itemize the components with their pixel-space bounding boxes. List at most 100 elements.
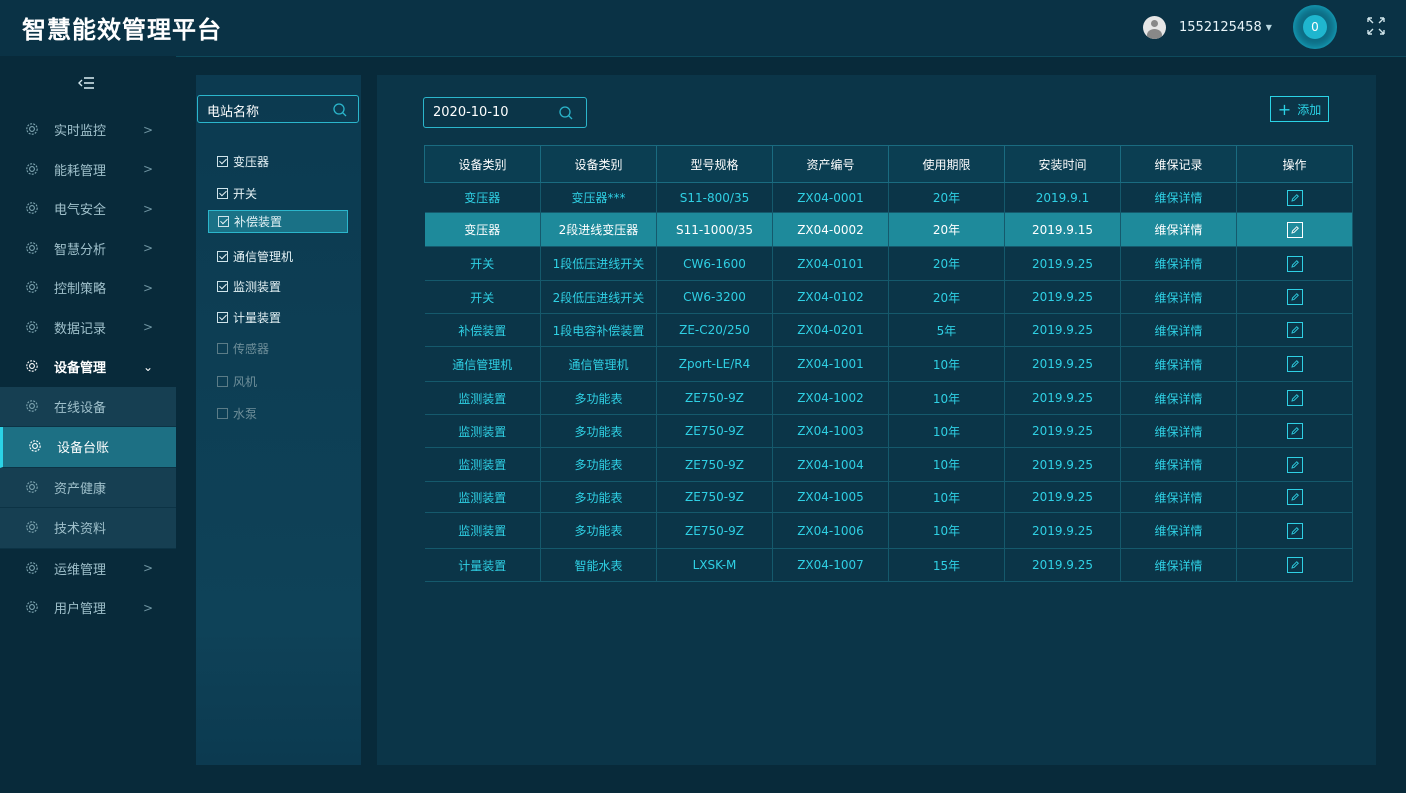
checkbox-checked-icon[interactable] [217,280,228,292]
maintenance-detail-link[interactable]: 维保详情 [1120,313,1237,347]
table-cell-actions [1236,313,1353,347]
maintenance-detail-link[interactable]: 维保详情 [1120,512,1237,549]
table-row[interactable]: 监测装置 多功能表 ZE750-9Z ZX04-1002 10年 2019.9.25 维保详… [424,381,1353,415]
filter-checkbox-label[interactable]: 水泵 [233,405,257,422]
maintenance-detail-link[interactable]: 维保详情 [1120,548,1237,582]
table-row[interactable]: 开关 2段低压进线开关 CW6-3200 ZX04-0102 20年 2019.9.25 维… [424,280,1353,314]
collapse-menu-icon[interactable] [76,74,98,92]
avatar[interactable] [1143,15,1166,39]
sidebar-item[interactable]: 能耗管理 > [0,150,176,190]
table-row[interactable]: 监测装置 多功能表 ZE750-9Z ZX04-1004 10年 2019.9.25 维保详… [424,447,1353,482]
gear-icon [26,162,38,175]
edit-icon[interactable] [1286,522,1303,539]
filter-checkbox[interactable]: 风机 [217,371,257,391]
maintenance-detail-link[interactable]: 维保详情 [1120,447,1237,482]
checkbox-unchecked-icon[interactable] [217,407,228,419]
edit-icon[interactable] [1286,489,1303,505]
edit-icon[interactable] [1286,423,1303,439]
plus-icon[interactable]: + [1278,100,1291,119]
checkbox-unchecked-icon[interactable] [217,342,228,354]
filter-checkbox[interactable]: 补偿装置 [208,210,348,233]
maintenance-detail-link[interactable]: 维保详情 [1120,280,1237,314]
user-menu[interactable]: 1552125458 ▼ [1143,14,1272,40]
notification-badge[interactable]: 0 [1293,5,1337,49]
maintenance-detail-link[interactable]: 维保详情 [1120,182,1237,213]
sidebar-item[interactable]: 资产健康 [0,467,176,508]
username[interactable]: 1552125458 [1179,20,1262,35]
table-cell: 多功能表 [540,381,657,415]
add-button-label[interactable]: 添加 [1297,101,1321,118]
edit-icon[interactable] [1286,390,1303,406]
filter-checkbox-label[interactable]: 传感器 [233,340,269,357]
table-row[interactable]: 通信管理机 通信管理机 Zport-LE/R4 ZX04-1001 10年 2019.9.… [424,346,1353,382]
sidebar-item[interactable]: 控制策略 > [0,268,176,308]
maintenance-detail-link[interactable]: 维保详情 [1120,246,1237,281]
date-search-input[interactable]: 2020-10-10 [423,97,587,128]
filter-checkbox[interactable]: 变压器 [217,151,269,171]
filter-checkbox-label[interactable]: 风机 [233,373,257,390]
checkbox-checked-icon[interactable] [218,216,229,227]
edit-icon[interactable] [1286,557,1303,573]
table-row[interactable]: 变压器 2段进线变压器 S11-1000/35 ZX04-0002 20年 2019.9.… [424,212,1353,247]
table-row[interactable]: 监测装置 多功能表 ZE750-9Z ZX04-1005 10年 2019.9.25 维保详… [424,481,1353,513]
table-row[interactable]: 变压器 变压器*** S11-800/35 ZX04-0001 20年 2019.9.1 维… [424,182,1353,213]
sidebar-item[interactable]: 数据记录 > [0,308,176,348]
sidebar-item[interactable]: 设备台账 [0,427,176,468]
sidebar-item[interactable]: 运维管理 > [0,549,176,589]
edit-icon[interactable] [1286,221,1303,238]
edit-icon[interactable] [1286,456,1303,473]
edit-icon[interactable] [1286,255,1303,272]
station-search-input[interactable]: 电站名称 [197,95,359,123]
sidebar-item[interactable]: 电气安全 > [0,189,176,229]
filter-checkbox[interactable]: 通信管理机 [217,246,293,266]
table-cell: CW6-3200 [656,280,773,314]
fullscreen-icon[interactable] [1364,14,1388,38]
table-cell: 2019.9.25 [1004,414,1121,448]
filter-checkbox-label[interactable]: 补偿装置 [234,213,282,230]
date-value[interactable]: 2020-10-10 [433,105,509,120]
sidebar-item[interactable]: 技术资料 [0,508,176,549]
filter-checkbox[interactable]: 监测装置 [217,276,281,296]
maintenance-detail-link[interactable]: 维保详情 [1120,346,1237,382]
filter-checkbox-label[interactable]: 监测装置 [233,278,281,295]
maintenance-detail-link[interactable]: 维保详情 [1120,381,1237,415]
checkbox-checked-icon[interactable] [217,311,228,323]
filter-checkbox[interactable]: 水泵 [217,403,257,423]
edit-icon[interactable] [1286,322,1303,338]
sidebar-item[interactable]: 设备管理 ⌄ [0,347,176,387]
search-icon[interactable] [558,105,574,121]
table-row[interactable]: 开关 1段低压进线开关 CW6-1600 ZX04-0101 20年 2019.9.25 维… [424,246,1353,281]
checkbox-unchecked-icon[interactable] [217,375,228,387]
checkbox-checked-icon[interactable] [217,155,228,167]
station-search-text[interactable]: 电站名称 [207,101,259,120]
sidebar-item[interactable]: 用户管理 > [0,588,176,628]
maintenance-detail-link[interactable]: 维保详情 [1120,212,1237,247]
table-row[interactable]: 补偿装置 1段电容补偿装置 ZE-C20/250 ZX04-0201 5年 2019.9.… [424,313,1353,347]
edit-icon[interactable] [1286,289,1303,305]
add-button[interactable]: + 添加 [1270,96,1329,122]
caret-down-icon[interactable]: ▼ [1266,23,1272,32]
edit-icon[interactable] [1286,356,1303,372]
table-cell: ZX04-1007 [772,548,889,582]
edit-icon[interactable] [1286,189,1303,206]
sidebar-item[interactable]: 在线设备 [0,386,176,427]
maintenance-detail-link[interactable]: 维保详情 [1120,481,1237,513]
filter-checkbox-label[interactable]: 变压器 [233,153,269,170]
search-icon[interactable] [332,102,348,118]
table-row[interactable]: 监测装置 多功能表 ZE750-9Z ZX04-1003 10年 2019.9.25 维保详… [424,414,1353,448]
filter-checkbox[interactable]: 计量装置 [217,307,281,327]
sidebar-item[interactable]: 实时监控 > [0,110,176,150]
filter-checkbox[interactable]: 传感器 [217,338,269,358]
filter-checkbox[interactable]: 开关 [217,183,257,203]
column-header: 设备类别 [540,145,657,183]
filter-checkbox-label[interactable]: 计量装置 [233,309,281,326]
table-row[interactable]: 计量装置 智能水表 LXSK-M ZX04-1007 15年 2019.9.25 维保详情 [424,548,1353,582]
maintenance-detail-link[interactable]: 维保详情 [1120,414,1237,448]
filter-checkbox-label[interactable]: 通信管理机 [233,248,293,265]
sidebar-item[interactable]: 智慧分析 > [0,229,176,269]
filter-checkbox-label[interactable]: 开关 [233,185,257,202]
notification-count[interactable]: 0 [1303,15,1327,39]
checkbox-checked-icon[interactable] [217,187,228,199]
table-row[interactable]: 监测装置 多功能表 ZE750-9Z ZX04-1006 10年 2019.9.25 维保详… [424,512,1353,549]
checkbox-checked-icon[interactable] [217,250,228,262]
